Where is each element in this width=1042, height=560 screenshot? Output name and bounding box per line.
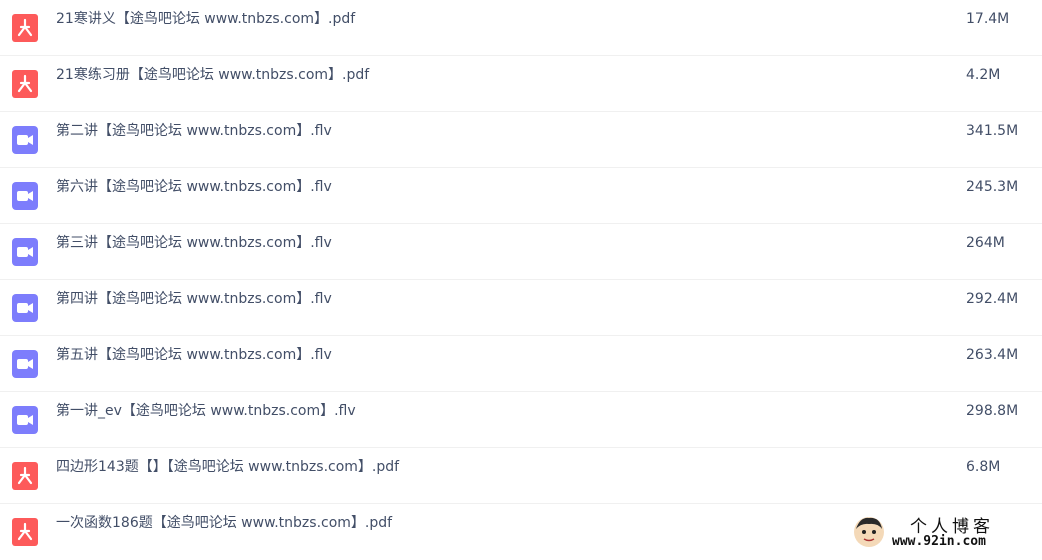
file-row[interactable]: 四边形143题【】【途鸟吧论坛 www.tnbzs.com】.pdf 6.8M bbox=[0, 448, 1042, 504]
pdf-icon bbox=[12, 70, 38, 98]
pdf-icon bbox=[12, 14, 38, 42]
file-row[interactable]: 第五讲【途鸟吧论坛 www.tnbzs.com】.flv 263.4M bbox=[0, 336, 1042, 392]
file-name: 四边形143题【】【途鸟吧论坛 www.tnbzs.com】.pdf bbox=[56, 459, 400, 475]
video-icon bbox=[12, 406, 38, 434]
file-name: 一次函数186题【途鸟吧论坛 www.tnbzs.com】.pdf bbox=[56, 515, 393, 531]
file-row[interactable]: 21寒讲义【途鸟吧论坛 www.tnbzs.com】.pdf 17.4M bbox=[0, 0, 1042, 56]
file-size: 298.8M bbox=[966, 403, 1019, 419]
file-name: 21寒练习册【途鸟吧论坛 www.tnbzs.com】.pdf bbox=[56, 67, 370, 83]
file-size: 4.2M bbox=[966, 67, 1001, 83]
file-name: 第二讲【途鸟吧论坛 www.tnbzs.com】.flv bbox=[56, 123, 332, 139]
video-icon bbox=[12, 350, 38, 378]
file-size: 263.4M bbox=[966, 347, 1019, 363]
file-row[interactable]: 21寒练习册【途鸟吧论坛 www.tnbzs.com】.pdf 4.2M bbox=[0, 56, 1042, 112]
file-size: 292.4M bbox=[966, 291, 1019, 307]
watermark: 个人博客 www.92in.com bbox=[846, 512, 1036, 552]
file-size: 6.8M bbox=[966, 459, 1001, 475]
video-icon bbox=[12, 294, 38, 322]
pdf-icon bbox=[12, 518, 38, 546]
file-name: 第五讲【途鸟吧论坛 www.tnbzs.com】.flv bbox=[56, 347, 332, 363]
file-size: 17.4M bbox=[966, 11, 1010, 27]
video-icon bbox=[12, 126, 38, 154]
file-name: 第六讲【途鸟吧论坛 www.tnbzs.com】.flv bbox=[56, 179, 332, 195]
file-name: 第三讲【途鸟吧论坛 www.tnbzs.com】.flv bbox=[56, 235, 332, 251]
video-icon bbox=[12, 182, 38, 210]
file-row[interactable]: 第六讲【途鸟吧论坛 www.tnbzs.com】.flv 245.3M bbox=[0, 168, 1042, 224]
file-name: 第四讲【途鸟吧论坛 www.tnbzs.com】.flv bbox=[56, 291, 332, 307]
file-size: 264M bbox=[966, 235, 1005, 251]
file-row[interactable]: 第三讲【途鸟吧论坛 www.tnbzs.com】.flv 264M bbox=[0, 224, 1042, 280]
file-name: 第一讲_ev【途鸟吧论坛 www.tnbzs.com】.flv bbox=[56, 403, 356, 419]
video-icon bbox=[12, 238, 38, 266]
file-row[interactable]: 第二讲【途鸟吧论坛 www.tnbzs.com】.flv 341.5M bbox=[0, 112, 1042, 168]
file-row[interactable]: 第一讲_ev【途鸟吧论坛 www.tnbzs.com】.flv 298.8M bbox=[0, 392, 1042, 448]
file-size: 341.5M bbox=[966, 123, 1019, 139]
watermark-url: www.92in.com bbox=[892, 534, 986, 549]
file-name: 21寒讲义【途鸟吧论坛 www.tnbzs.com】.pdf bbox=[56, 11, 356, 27]
avatar bbox=[852, 515, 886, 549]
file-row[interactable]: 第四讲【途鸟吧论坛 www.tnbzs.com】.flv 292.4M bbox=[0, 280, 1042, 336]
pdf-icon bbox=[12, 462, 38, 490]
file-list: 21寒讲义【途鸟吧论坛 www.tnbzs.com】.pdf 17.4M 21寒… bbox=[0, 0, 1042, 555]
file-size: 245.3M bbox=[966, 179, 1019, 195]
